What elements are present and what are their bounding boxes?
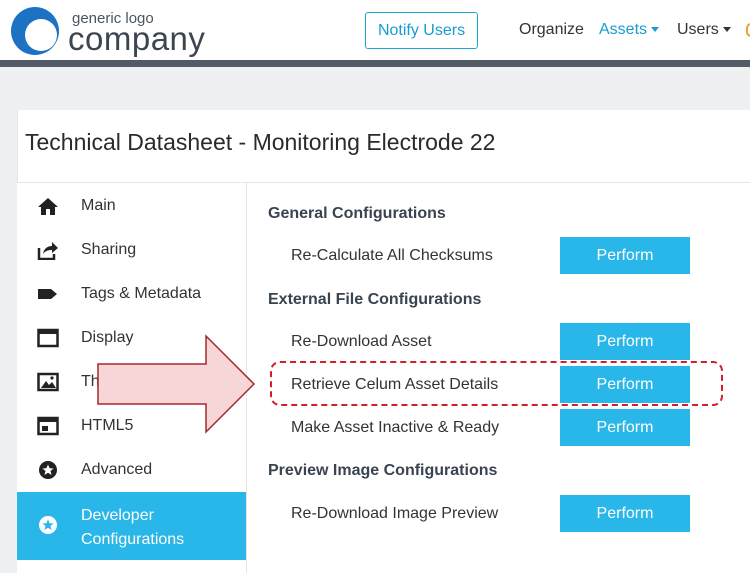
perform-button-redownload-asset[interactable]: Perform — [560, 323, 690, 360]
nav-users-dropdown[interactable]: Users — [677, 21, 731, 39]
section-heading-external-file: External File Configurations — [268, 291, 482, 308]
share-icon — [37, 242, 58, 260]
section-heading-preview-image: Preview Image Configurations — [268, 462, 498, 479]
sidebar-item-label: Developer Configurations — [81, 504, 184, 552]
logo-wordmark: company — [68, 20, 206, 57]
window-icon — [37, 328, 59, 348]
user-menu-icon[interactable] — [746, 23, 750, 37]
sidebar-item-sharing[interactable]: Sharing — [17, 228, 246, 272]
logo-circle-icon — [11, 7, 59, 55]
dashed-highlight-box — [270, 361, 723, 406]
page-title: Technical Datasheet - Monitoring Electro… — [25, 129, 496, 155]
sidebar-item-label-line2: Configurations — [81, 531, 185, 548]
nav-organize[interactable]: Organize — [519, 21, 584, 39]
sidebar-item-label: Sharing — [81, 241, 137, 258]
tag-icon — [38, 289, 57, 299]
sidebar-item-main[interactable]: Main — [17, 184, 246, 228]
caret-down-icon — [651, 27, 660, 33]
caret-down-icon — [722, 27, 731, 33]
top-navbar: generic logo company Notify Users Organi… — [0, 0, 750, 60]
row-label-redownload-asset: Re-Download Asset — [291, 333, 432, 350]
image-icon — [37, 372, 59, 392]
row-label-redownload-preview: Re-Download Image Preview — [291, 505, 499, 522]
nav-assets-dropdown[interactable]: Assets — [599, 21, 660, 39]
sidebar-item-label: Main — [81, 197, 116, 214]
perform-button-redownload-preview[interactable]: Perform — [560, 495, 690, 532]
nav-assets-label: Assets — [599, 21, 648, 38]
notify-users-button[interactable]: Notify Users — [365, 12, 478, 49]
company-logo[interactable]: generic logo company — [10, 6, 210, 57]
section-heading-general: General Configurations — [268, 205, 446, 222]
star-circle-icon — [39, 516, 57, 534]
sidebar-item-label-line1: Developer — [81, 507, 154, 524]
row-label-recalculate-checksums: Re-Calculate All Checksums — [291, 247, 493, 264]
sidebar-item-label: Advanced — [81, 461, 153, 478]
row-label-make-inactive-ready: Make Asset Inactive & Ready — [291, 419, 500, 436]
nav-users-label: Users — [677, 21, 719, 38]
perform-button-make-inactive-ready[interactable]: Perform — [560, 409, 690, 446]
star-icon — [39, 461, 57, 479]
sidebar-item-label: Tags & Metadata — [81, 285, 202, 302]
perform-button-recalculate-checksums[interactable]: Perform — [560, 237, 690, 274]
html5-icon — [37, 416, 59, 436]
sidebar-item-advanced[interactable]: Advanced — [17, 448, 246, 492]
nav-organize-label: Organize — [519, 21, 584, 38]
sidebar-item-developer-configurations[interactable]: Developer Configurations — [17, 492, 246, 560]
annotation-arrow-icon — [97, 334, 256, 434]
sidebar-item-tags-metadata[interactable]: Tags & Metadata — [17, 272, 246, 316]
home-icon — [38, 198, 58, 215]
header-divider — [0, 60, 750, 67]
